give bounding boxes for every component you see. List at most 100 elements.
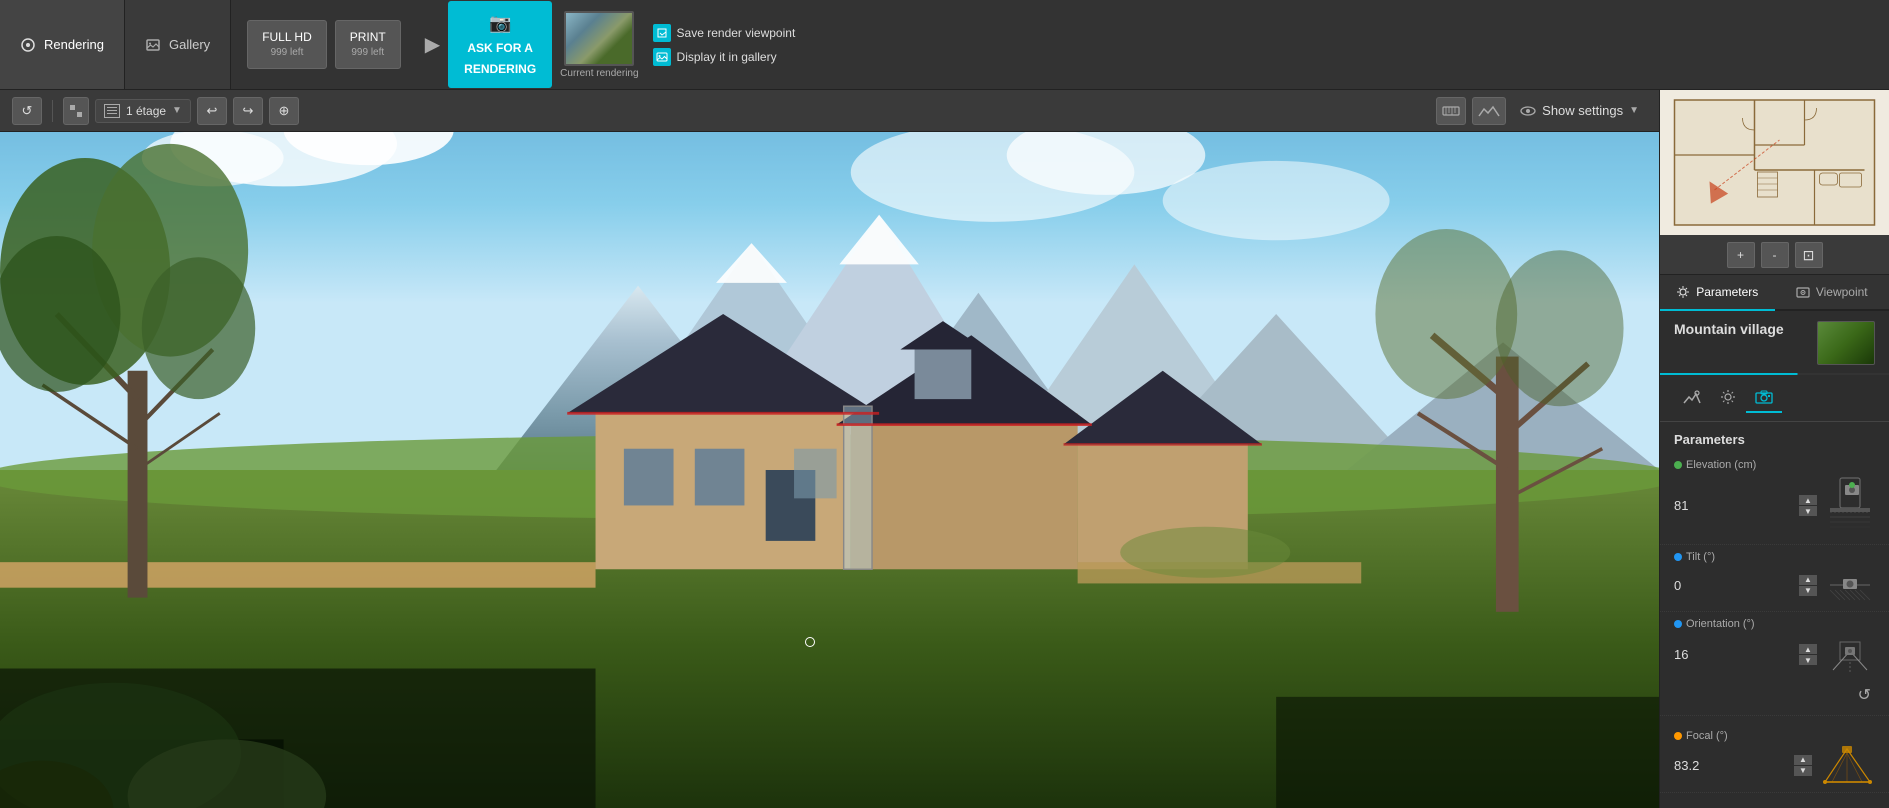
elevation-down-button[interactable]: ▼ bbox=[1799, 506, 1817, 516]
tab-viewpoint[interactable]: Viewpoint bbox=[1775, 275, 1889, 309]
tab-rendering-label: Rendering bbox=[44, 37, 104, 52]
elevation-value: 81 bbox=[1674, 498, 1688, 513]
focal-label: Focal (°) bbox=[1674, 730, 1875, 742]
params-panel: Parameters Viewpoint Mountain village bbox=[1660, 275, 1889, 808]
focal-value-row: 83.2 ▲ ▼ bbox=[1674, 744, 1875, 786]
tab-rendering[interactable]: Rendering bbox=[0, 0, 125, 89]
settings-icon bbox=[1676, 285, 1690, 299]
measure-button[interactable] bbox=[1436, 97, 1466, 125]
focal-label-text: Focal (°) bbox=[1686, 730, 1728, 742]
tilt-label-text: Tilt (°) bbox=[1686, 551, 1715, 563]
elevation-up-button[interactable]: ▲ bbox=[1799, 495, 1817, 505]
zoom-out-icon: - bbox=[1773, 248, 1777, 262]
orientation-spinners: ▲ ▼ bbox=[1799, 644, 1817, 665]
main-area: ↺ 1 étage ▼ ↩ ↪ ⊕ bbox=[0, 90, 1889, 808]
print-button[interactable]: PRINT 999 left bbox=[335, 20, 401, 69]
scene-name: Mountain village bbox=[1674, 321, 1784, 337]
elevation-diagram bbox=[1825, 473, 1875, 538]
zoom-in-button[interactable]: + bbox=[1727, 242, 1755, 268]
tilt-spinners: ▲ ▼ bbox=[1799, 575, 1817, 596]
top-toolbar: Rendering Gallery FULL HD 999 left PRINT… bbox=[0, 0, 1889, 90]
full-hd-sublabel: 999 left bbox=[262, 46, 312, 60]
focal-dot bbox=[1674, 732, 1682, 740]
viewpoint-tab-label: Viewpoint bbox=[1816, 285, 1868, 299]
focal-down-button[interactable]: ▼ bbox=[1794, 766, 1812, 776]
save-render-viewpoint-button[interactable]: Save render viewpoint bbox=[653, 24, 796, 42]
rendering-icon bbox=[20, 37, 36, 53]
minimap-canvas bbox=[1660, 90, 1889, 235]
zoom-out-button[interactable]: - bbox=[1761, 242, 1789, 268]
focal-up-button[interactable]: ▲ bbox=[1794, 755, 1812, 765]
next-arrow-button[interactable]: ▶ bbox=[417, 32, 448, 57]
param-orientation: Orientation (°) 16 ▲ ▼ bbox=[1660, 612, 1889, 716]
display-gallery-icon bbox=[653, 48, 671, 66]
ask-rendering-label: ASK FOR A bbox=[467, 40, 533, 57]
elevation-label: Elevation (cm) bbox=[1674, 459, 1875, 471]
tilt-value: 0 bbox=[1674, 578, 1681, 593]
tilt-down-button[interactable]: ▼ bbox=[1799, 586, 1817, 596]
orientation-diagram bbox=[1825, 632, 1875, 677]
param-focal: Focal (°) 83.2 ▲ ▼ bbox=[1660, 724, 1889, 793]
terrain-button[interactable] bbox=[1472, 97, 1506, 125]
right-panel: + - ⊡ Parameters bbox=[1659, 90, 1889, 808]
toolbar-separator-1 bbox=[52, 100, 53, 122]
floor-plan-svg bbox=[1660, 90, 1889, 235]
viewport-background bbox=[0, 132, 1659, 808]
param-elevation: Elevation (cm) 81 ▲ ▼ bbox=[1660, 453, 1889, 545]
tilt-up-button[interactable]: ▲ bbox=[1799, 575, 1817, 585]
view-mode-button[interactable] bbox=[63, 97, 89, 125]
landscape-icon bbox=[1683, 389, 1701, 405]
orientation-up-button[interactable]: ▲ bbox=[1799, 644, 1817, 654]
floor-select-label: 1 étage bbox=[126, 104, 166, 118]
show-settings-button[interactable]: Show settings ▼ bbox=[1512, 99, 1647, 123]
ask-rendering-button[interactable]: 📷 ASK FOR A RENDERING bbox=[448, 1, 552, 88]
camera-icon: 📷 bbox=[489, 11, 511, 36]
orientation-down-button[interactable]: ▼ bbox=[1799, 655, 1817, 665]
print-label: PRINT bbox=[350, 29, 386, 46]
current-rendering-label: Current rendering bbox=[560, 68, 638, 79]
orientation-value: 16 bbox=[1674, 647, 1688, 662]
orientation-reset-button[interactable]: ↺ bbox=[1854, 681, 1875, 709]
viewport-3d[interactable] bbox=[0, 132, 1659, 808]
parameters-tab-label: Parameters bbox=[1696, 285, 1758, 299]
scene-thumbnail bbox=[1817, 321, 1875, 365]
settings-chevron-icon: ▼ bbox=[1629, 105, 1639, 116]
display-in-gallery-button[interactable]: Display it in gallery bbox=[653, 48, 796, 66]
tab-parameters[interactable]: Parameters bbox=[1660, 275, 1775, 311]
refresh-button[interactable]: ↺ bbox=[12, 97, 42, 125]
full-hd-button[interactable]: FULL HD 999 left bbox=[247, 20, 327, 69]
current-rendering-thumb bbox=[564, 11, 634, 66]
elevation-dot bbox=[1674, 461, 1682, 469]
print-sublabel: 999 left bbox=[350, 46, 386, 60]
tilt-value-row: 0 ▲ ▼ bbox=[1674, 565, 1875, 605]
fit-icon: ⊡ bbox=[1803, 247, 1815, 264]
sun-icon bbox=[1720, 389, 1736, 405]
minimap-controls: + - ⊡ bbox=[1660, 235, 1889, 275]
floor-icon bbox=[104, 104, 120, 118]
panel-tabs: Parameters Viewpoint bbox=[1660, 275, 1889, 311]
floor-chevron-icon: ▼ bbox=[172, 105, 182, 116]
tab-gallery[interactable]: Gallery bbox=[125, 0, 231, 89]
param-icon-tabs bbox=[1660, 375, 1889, 422]
elevation-value-row: 81 ▲ ▼ bbox=[1674, 473, 1875, 538]
zoom-in-icon: + bbox=[1737, 248, 1744, 262]
redo-button[interactable]: ↪ bbox=[233, 97, 263, 125]
fit-button[interactable]: ⊡ bbox=[1795, 242, 1823, 268]
focal-spinners: ▲ ▼ bbox=[1794, 755, 1812, 776]
terrain-icon bbox=[1478, 104, 1500, 118]
icon-tab-camera[interactable] bbox=[1746, 383, 1782, 413]
elevation-spinners: ▲ ▼ bbox=[1799, 495, 1817, 516]
target-button[interactable]: ⊕ bbox=[269, 97, 299, 125]
icon-tab-sun[interactable] bbox=[1710, 383, 1746, 413]
viewport-toolbar: ↺ 1 étage ▼ ↩ ↪ ⊕ bbox=[0, 90, 1659, 132]
scene-svg bbox=[0, 132, 1659, 808]
gallery-icon bbox=[145, 37, 161, 53]
floor-select[interactable]: 1 étage ▼ bbox=[95, 99, 191, 123]
tab-gallery-label: Gallery bbox=[169, 37, 210, 52]
undo-button[interactable]: ↩ bbox=[197, 97, 227, 125]
icon-tab-landscape[interactable] bbox=[1674, 383, 1710, 413]
tilt-label: Tilt (°) bbox=[1674, 551, 1875, 563]
camera-tab-icon bbox=[1755, 390, 1773, 404]
orientation-value-row: 16 ▲ ▼ bbox=[1674, 632, 1875, 677]
scene-name-row: Mountain village bbox=[1660, 311, 1889, 369]
